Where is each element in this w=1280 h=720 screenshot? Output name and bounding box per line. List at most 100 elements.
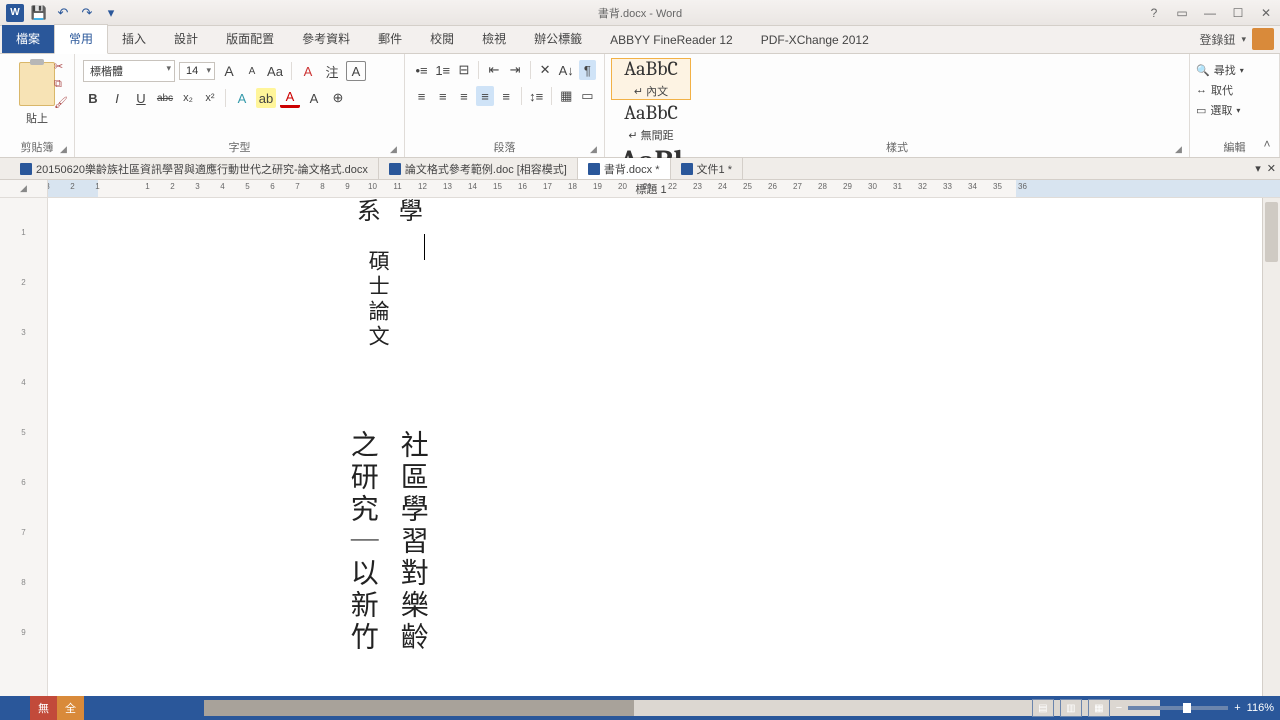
align-left-icon[interactable]: ≡: [413, 86, 430, 106]
font-name-combo[interactable]: 標楷體: [83, 60, 175, 82]
ribbon-display-icon[interactable]: ▭: [1168, 1, 1196, 25]
decrease-indent-icon[interactable]: ⇤: [485, 60, 502, 80]
qat-undo-icon[interactable]: ↶: [54, 4, 72, 22]
qat-save-icon[interactable]: 💾: [30, 4, 48, 22]
qat-customize-icon[interactable]: ▾: [102, 4, 120, 22]
page-viewport[interactable]: 學 系 碩士論文 社區學習對樂齡 之研究｜以新竹: [48, 198, 1280, 696]
show-marks-icon[interactable]: ¶: [579, 60, 596, 80]
minimize-icon[interactable]: —: [1196, 1, 1224, 25]
avatar[interactable]: [1252, 28, 1274, 50]
status-slider[interactable]: [204, 700, 1160, 716]
collapse-ribbon-icon[interactable]: ˄: [1258, 135, 1276, 153]
cut-icon[interactable]: ✂: [54, 60, 70, 74]
paste-label: 貼上: [26, 110, 48, 126]
find-button[interactable]: 🔍尋找▾: [1194, 60, 1275, 80]
char-shading-icon[interactable]: A: [304, 88, 324, 108]
font-color-icon[interactable]: A: [280, 88, 300, 108]
help-icon[interactable]: ?: [1140, 1, 1168, 25]
styles-dialog-launcher[interactable]: ◢: [1175, 144, 1185, 154]
italic-button[interactable]: I: [107, 88, 127, 108]
align-center-icon[interactable]: ≡: [434, 86, 451, 106]
copy-icon[interactable]: ⧉: [54, 78, 70, 92]
clipboard-dialog-launcher[interactable]: ◢: [60, 144, 70, 154]
paste-button[interactable]: [19, 62, 55, 106]
shading-icon[interactable]: ▦: [558, 86, 575, 106]
doctabs-close-icon[interactable]: ✕: [1267, 162, 1276, 175]
zoom-in-button[interactable]: +: [1234, 702, 1240, 714]
subscript-button[interactable]: x₂: [179, 88, 197, 108]
borders-icon[interactable]: ▭: [579, 86, 596, 106]
replace-button[interactable]: ↔取代: [1194, 80, 1275, 100]
grow-font-icon[interactable]: A: [219, 61, 239, 81]
change-case-icon[interactable]: Aa: [265, 61, 285, 81]
vertical-scrollbar[interactable]: [1262, 198, 1280, 696]
line-spacing-icon[interactable]: ↕≡: [528, 86, 545, 106]
style-normal[interactable]: AaBbC ↵ 內文: [611, 58, 691, 100]
align-distribute-icon[interactable]: ≡: [498, 86, 515, 106]
tab-review[interactable]: 校閱: [416, 25, 468, 53]
close-icon[interactable]: ✕: [1252, 1, 1280, 25]
status-btn-2[interactable]: 全: [57, 696, 84, 720]
tab-mailings[interactable]: 郵件: [364, 25, 416, 53]
multilevel-icon[interactable]: ⊟: [455, 60, 472, 80]
bold-button[interactable]: B: [83, 88, 103, 108]
group-paragraph: •≡ 1≡ ⊟ ⇤ ⇥ ✕ A↓ ¶ ≡ ≡ ≡ ≡ ≡ ↕≡ ▦ ▭ 段落 ◢: [405, 54, 605, 157]
enclose-char-icon[interactable]: ⊕: [328, 88, 348, 108]
doctab-3[interactable]: 書背.docx *: [578, 158, 671, 179]
horizontal-ruler[interactable]: 6543211234567891011121314151617181920212…: [48, 180, 1280, 197]
view-web-icon[interactable]: ▦: [1088, 699, 1110, 717]
view-read-icon[interactable]: ▥: [1060, 699, 1082, 717]
font-dialog-launcher[interactable]: ◢: [390, 144, 400, 154]
doctab-2[interactable]: 論文格式參考範例.doc [相容模式]: [379, 158, 578, 179]
tab-office[interactable]: 辦公標籤: [520, 25, 596, 53]
paragraph-dialog-launcher[interactable]: ◢: [590, 144, 600, 154]
phonetic-guide-icon[interactable]: 注: [322, 61, 342, 81]
tab-design[interactable]: 設計: [160, 25, 212, 53]
tab-abbyy[interactable]: ABBYY FineReader 12: [596, 28, 747, 53]
word-app-icon[interactable]: W: [6, 4, 24, 22]
maximize-icon[interactable]: ☐: [1224, 1, 1252, 25]
increase-indent-icon[interactable]: ⇥: [506, 60, 523, 80]
select-button[interactable]: ▭選取▾: [1194, 100, 1275, 120]
scrollbar-thumb[interactable]: [1265, 202, 1278, 262]
sort-icon[interactable]: A↓: [558, 60, 575, 80]
shrink-font-icon[interactable]: A: [243, 61, 261, 81]
char-border-icon[interactable]: A: [346, 61, 366, 81]
highlight-icon[interactable]: ab: [256, 88, 276, 108]
tab-pdfx[interactable]: PDF-XChange 2012: [747, 28, 883, 53]
doctab-4[interactable]: 文件1 *: [671, 158, 743, 179]
doctab-1[interactable]: 20150620樂齡族社區資訊學習與適應行動世代之研究-論文格式.docx: [10, 158, 379, 179]
qat-redo-icon[interactable]: ↷: [78, 4, 96, 22]
zoom-slider[interactable]: [1128, 706, 1228, 710]
tab-insert[interactable]: 插入: [108, 25, 160, 53]
vertical-ruler[interactable]: 12 34 56 78 9: [0, 198, 48, 696]
tab-view[interactable]: 檢視: [468, 25, 520, 53]
tab-home[interactable]: 常用: [54, 24, 108, 54]
strike-button[interactable]: abc: [155, 88, 175, 108]
clear-format-icon[interactable]: A: [298, 61, 318, 81]
group-label-paragraph: 段落: [405, 139, 604, 155]
style-no-spacing[interactable]: AaBbC ↵ 無間距: [611, 102, 691, 144]
ruler-corner[interactable]: ◢: [0, 180, 48, 197]
zoom-level[interactable]: 116%: [1247, 702, 1274, 714]
text-direction-icon[interactable]: ✕: [537, 60, 554, 80]
tab-layout[interactable]: 版面配置: [212, 25, 288, 53]
numbering-icon[interactable]: 1≡: [434, 60, 451, 80]
view-print-icon[interactable]: ▤: [1032, 699, 1054, 717]
tab-references[interactable]: 參考資料: [288, 25, 364, 53]
tab-file[interactable]: 檔案: [2, 25, 54, 53]
doctabs-menu-icon[interactable]: ▾: [1255, 162, 1261, 175]
account-area[interactable]: 登錄鈕 ▾: [1199, 28, 1274, 50]
bullets-icon[interactable]: •≡: [413, 60, 430, 80]
status-btn-1[interactable]: 無: [30, 696, 57, 720]
font-size-combo[interactable]: 14: [179, 62, 215, 80]
underline-button[interactable]: U: [131, 88, 151, 108]
text-effects-icon[interactable]: A: [232, 88, 252, 108]
format-painter-icon[interactable]: 🖌: [54, 96, 70, 110]
align-justify-icon[interactable]: ≡: [476, 86, 493, 106]
account-dropdown-icon[interactable]: ▾: [1241, 34, 1246, 45]
superscript-button[interactable]: x²: [201, 88, 219, 108]
zoom-out-button[interactable]: −: [1116, 702, 1122, 714]
document-page[interactable]: 學 系 碩士論文 社區學習對樂齡 之研究｜以新竹: [110, 198, 1182, 696]
align-right-icon[interactable]: ≡: [455, 86, 472, 106]
